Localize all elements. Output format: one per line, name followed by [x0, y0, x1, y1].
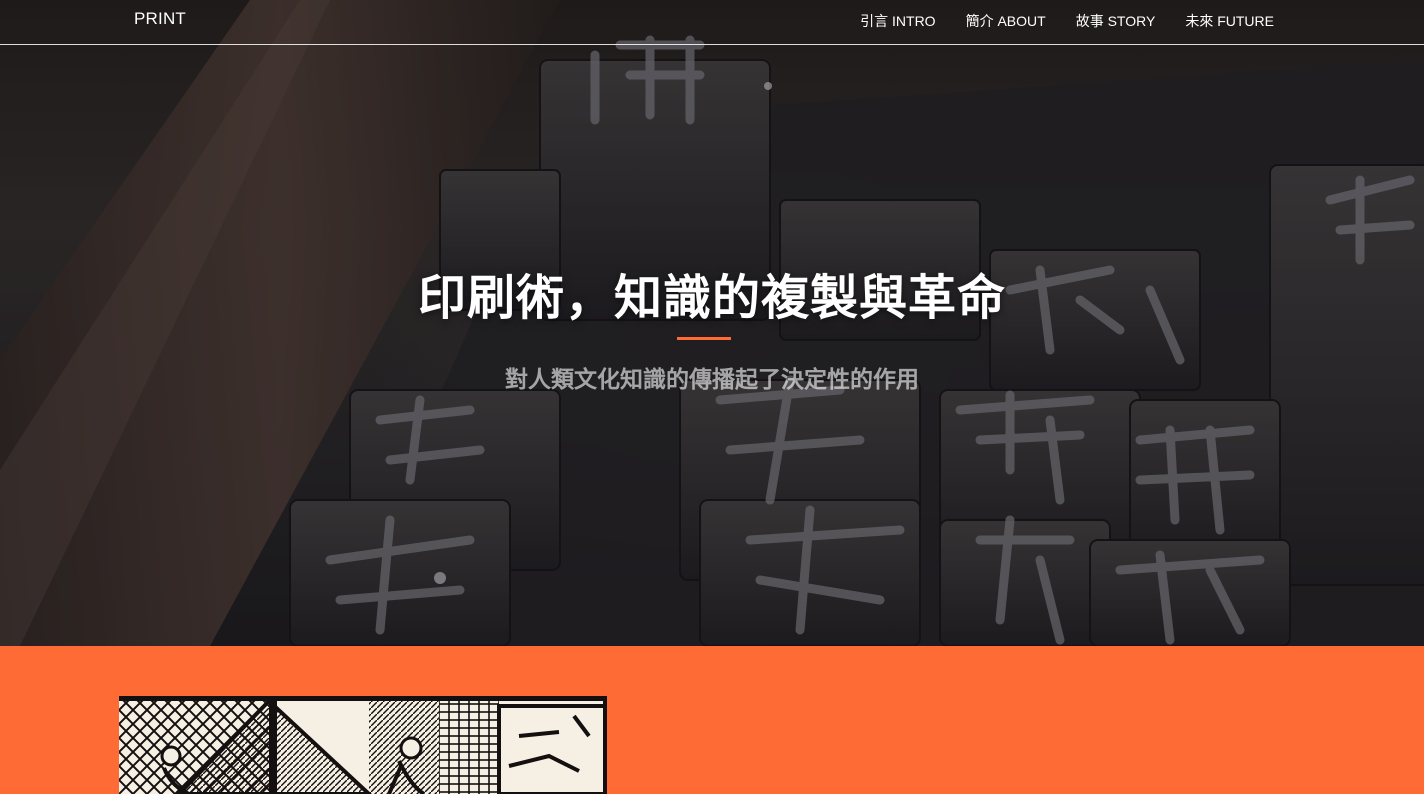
nav-link-about[interactable]: 簡介 ABOUT [966, 11, 1046, 31]
nav-links: 引言 INTRO 簡介 ABOUT 故事 STORY 未來 FUTURE [860, 11, 1274, 31]
hero-section: PRINT 引言 INTRO 簡介 ABOUT 故事 STORY 未來 FUTU… [0, 0, 1424, 646]
hero-divider [677, 337, 731, 340]
nav-link-intro[interactable]: 引言 INTRO [860, 11, 935, 31]
brand-logo-link[interactable]: PRINT [134, 9, 186, 29]
top-navbar: PRINT 引言 INTRO 簡介 ABOUT 故事 STORY 未來 FUTU… [0, 0, 1424, 45]
intro-section [0, 646, 1424, 794]
page: PRINT 引言 INTRO 簡介 ABOUT 故事 STORY 未來 FUTU… [0, 0, 1424, 794]
hero-title: 印刷術，知識的複製與革命 [417, 272, 1006, 325]
woodcut-printing-press-image [119, 696, 607, 794]
nav-link-story[interactable]: 故事 STORY [1076, 11, 1156, 31]
nav-link-future[interactable]: 未來 FUTURE [1185, 11, 1274, 31]
hero-subtitle: 對人類文化知識的傳播起了決定性的作用 [505, 366, 919, 392]
